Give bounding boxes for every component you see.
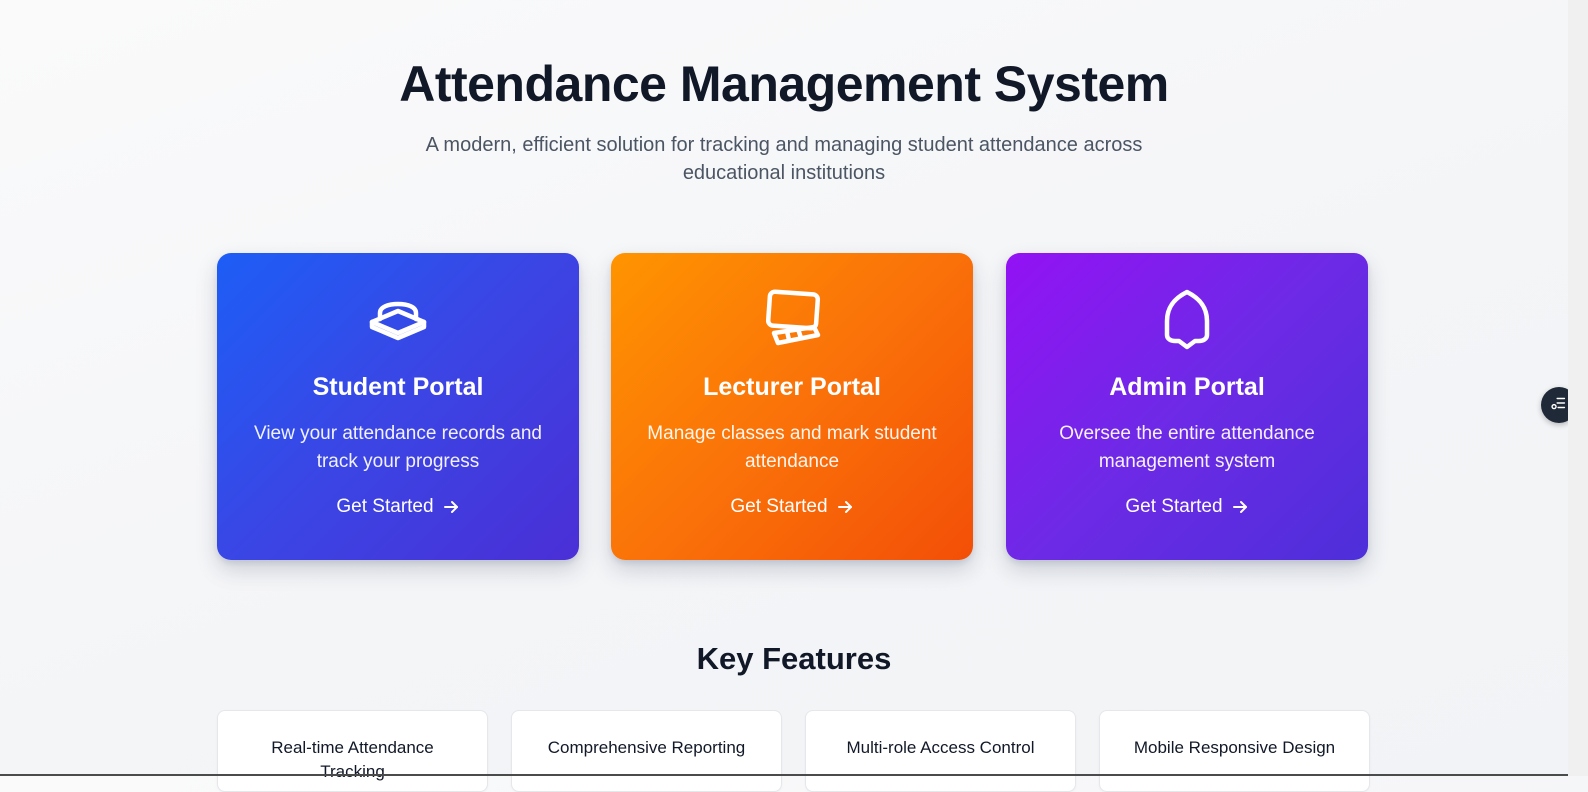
key-features-heading: Key Features xyxy=(696,641,892,676)
shield-icon xyxy=(1155,287,1219,351)
presentation-board-icon xyxy=(760,287,824,351)
arrow-right-icon xyxy=(1231,498,1249,516)
portal-description: View your attendance records and track y… xyxy=(254,423,542,472)
portal-title: Lecturer Portal xyxy=(703,373,881,401)
feature-label: Real-time Attendance Tracking xyxy=(271,738,434,781)
lecturer-portal-card[interactable]: Lecturer Portal Manage classes and mark … xyxy=(611,253,973,560)
get-started-label: Get Started xyxy=(730,496,828,517)
feature-card: Real-time Attendance Tracking xyxy=(217,710,488,792)
portal-description: Oversee the entire attendance management… xyxy=(1059,423,1315,472)
admin-portal-card[interactable]: Admin Portal Oversee the entire attendan… xyxy=(1006,253,1368,560)
list-menu-icon xyxy=(1550,394,1568,417)
admin-get-started-link[interactable]: Get Started xyxy=(1006,494,1368,520)
graduation-cap-icon xyxy=(366,287,430,351)
feature-label: Mobile Responsive Design xyxy=(1133,738,1336,757)
student-portal-card[interactable]: Student Portal View your attendance reco… xyxy=(217,253,579,560)
feature-card: Mobile Responsive Design xyxy=(1099,710,1370,792)
feature-label: Comprehensive Reporting xyxy=(547,738,746,757)
get-started-label: Get Started xyxy=(1125,496,1223,517)
arrow-right-icon xyxy=(836,498,854,516)
portal-title: Admin Portal xyxy=(1109,373,1265,401)
vertical-scrollbar[interactable] xyxy=(1568,0,1588,776)
page-title: Attendance Management System xyxy=(399,56,1169,112)
portal-title: Student Portal xyxy=(312,373,484,401)
student-get-started-link[interactable]: Get Started xyxy=(217,494,579,520)
feature-card: Comprehensive Reporting xyxy=(511,710,782,792)
lecturer-get-started-link[interactable]: Get Started xyxy=(611,494,973,520)
feature-label: Multi-role Access Control xyxy=(846,738,1035,757)
page-subtitle: A modern, efficient solution for trackin… xyxy=(425,134,1143,184)
portal-description: Manage classes and mark student attendan… xyxy=(647,423,937,472)
arrow-right-icon xyxy=(442,498,460,516)
get-started-label: Get Started xyxy=(336,496,434,517)
feature-card: Multi-role Access Control xyxy=(805,710,1076,792)
